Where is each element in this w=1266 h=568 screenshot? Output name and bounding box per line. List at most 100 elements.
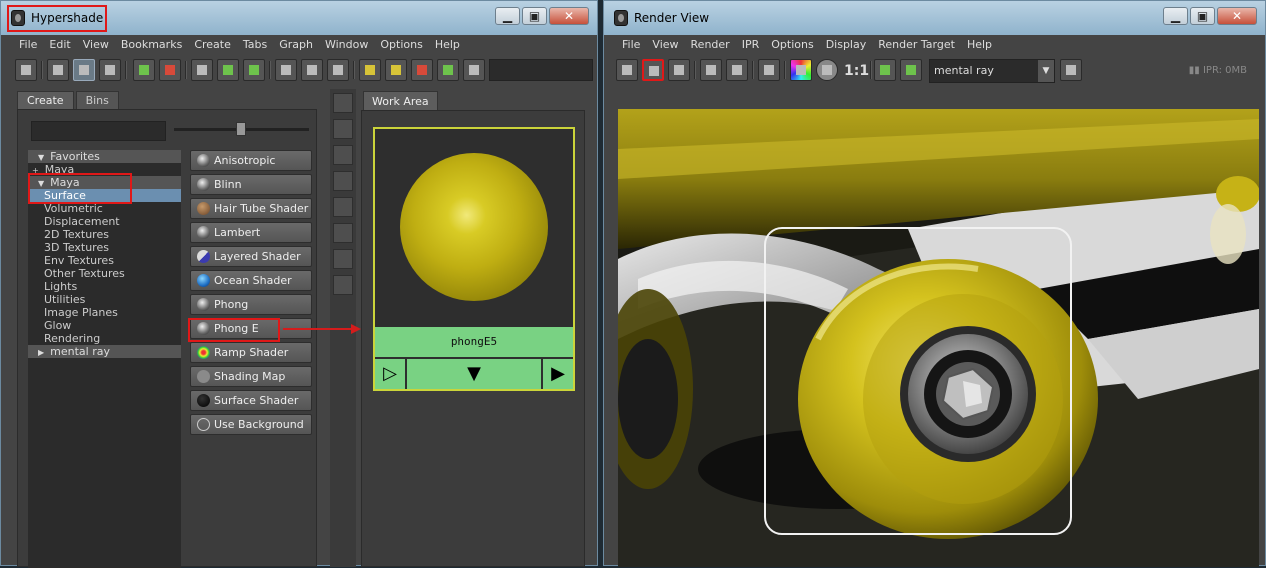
render-viewport[interactable] <box>618 109 1259 567</box>
tree-item[interactable]: Image Planes <box>28 306 181 319</box>
tab-fit-icon[interactable] <box>301 59 323 81</box>
snapshot-icon[interactable] <box>668 59 690 81</box>
menu-window[interactable]: Window <box>319 35 374 55</box>
menu-bookmarks[interactable]: Bookmarks <box>115 35 188 55</box>
tree-item[interactable]: Lights <box>28 280 181 293</box>
tree-item[interactable]: Rendering <box>28 332 181 345</box>
shader-button-surface-shader[interactable]: Surface Shader <box>190 390 312 411</box>
shader-button-phong[interactable]: Phong <box>190 294 312 315</box>
tool-icon[interactable] <box>333 171 353 191</box>
menu-graph[interactable]: Graph <box>273 35 319 55</box>
tree-item[interactable]: Glow <box>28 319 181 332</box>
render-view-titlebar[interactable]: Render View ▁ ▣ ✕ <box>604 1 1265 35</box>
hypershade-titlebar[interactable]: Hypershade ▁ ▣ ✕ <box>1 1 597 35</box>
tool-icon[interactable] <box>333 249 353 269</box>
alpha-channel-icon[interactable] <box>816 59 838 81</box>
shader-button-lambert[interactable]: Lambert <box>190 222 312 243</box>
layout-icon[interactable] <box>15 59 37 81</box>
shader-button-layered-shader[interactable]: Layered Shader <box>190 246 312 267</box>
shader-button-shading-map[interactable]: Shading Map <box>190 366 312 387</box>
menu-create[interactable]: Create <box>188 35 237 55</box>
tree-item[interactable]: 3D Textures <box>28 241 181 254</box>
menu-help[interactable]: Help <box>429 35 466 55</box>
graph-input-icon[interactable] <box>133 59 155 81</box>
menu-ipr[interactable]: IPR <box>736 35 766 55</box>
tab-create[interactable]: Create <box>17 91 74 109</box>
menu-tabs[interactable]: Tabs <box>237 35 273 55</box>
menu-file[interactable]: File <box>616 35 646 55</box>
swatch-icon[interactable] <box>359 59 381 81</box>
minimize-button[interactable]: ▁ <box>495 7 520 25</box>
menu-view[interactable]: View <box>646 35 684 55</box>
renderer-select[interactable]: mental ray ▼ <box>929 59 1055 83</box>
graph-output-icon[interactable] <box>243 59 265 81</box>
tree-item[interactable]: Utilities <box>28 293 181 306</box>
close-button[interactable]: ✕ <box>1217 7 1257 25</box>
tree-item[interactable]: ▼ Favorites <box>28 150 181 163</box>
tool-icon[interactable] <box>333 145 353 165</box>
tree-item[interactable]: 2D Textures <box>28 228 181 241</box>
tool-icon[interactable] <box>333 223 353 243</box>
render-settings-icon[interactable] <box>900 59 922 81</box>
tab-next-icon[interactable] <box>327 59 349 81</box>
swatch-small-icon[interactable] <box>385 59 407 81</box>
menu-edit[interactable]: Edit <box>43 35 76 55</box>
ipr-render-icon[interactable] <box>700 59 722 81</box>
menu-render-target[interactable]: Render Target <box>872 35 961 55</box>
tree-item[interactable]: Env Textures <box>28 254 181 267</box>
tree-item[interactable]: ▶ mental ray <box>28 345 181 358</box>
tree-item[interactable]: Other Textures <box>28 267 181 280</box>
menu-options[interactable]: Options <box>765 35 819 55</box>
frame-all-icon[interactable] <box>411 59 433 81</box>
channels-icon[interactable] <box>758 59 780 81</box>
input-port-icon[interactable]: ▷ <box>375 359 405 389</box>
tree-item[interactable]: Displacement <box>28 215 181 228</box>
menu-display[interactable]: Display <box>820 35 873 55</box>
frame-selected-icon[interactable] <box>437 59 459 81</box>
rgb-channel-icon[interactable] <box>790 59 812 81</box>
close-button[interactable]: ✕ <box>549 7 589 25</box>
shader-button-hair-tube-shader[interactable]: Hair Tube Shader <box>190 198 312 219</box>
graph-both-icon[interactable] <box>159 59 181 81</box>
slider-handle[interactable] <box>236 122 246 136</box>
shader-button-ramp-shader[interactable]: Ramp Shader <box>190 342 312 363</box>
eraser-icon[interactable] <box>191 59 213 81</box>
menu-view[interactable]: View <box>77 35 115 55</box>
tool-icon[interactable] <box>333 197 353 217</box>
display-region-icon[interactable] <box>874 59 896 81</box>
split-tabs-icon[interactable] <box>73 59 95 81</box>
shader-button-ocean-shader[interactable]: Ocean Shader <box>190 270 312 291</box>
minimize-button[interactable]: ▁ <box>1163 7 1188 25</box>
output-port-icon[interactable]: ▶ <box>543 359 573 389</box>
phong-e5-node[interactable]: phongE5 ▷ ▼ ▶ <box>373 127 575 391</box>
shader-button-anisotropic[interactable]: Anisotropic <box>190 150 312 171</box>
tool-icon[interactable] <box>333 119 353 139</box>
bottom-tabs-icon[interactable] <box>99 59 121 81</box>
expand-arrow-icon[interactable]: ▼ <box>38 153 44 162</box>
real-size-button[interactable]: 1:1 <box>844 63 869 79</box>
top-tabs-icon[interactable] <box>47 59 69 81</box>
tab-work-area[interactable]: Work Area <box>363 91 438 110</box>
search-input[interactable] <box>31 121 166 141</box>
render-globals-icon[interactable] <box>1060 59 1082 81</box>
render-frame-icon[interactable] <box>616 59 638 81</box>
filter-field[interactable] <box>489 59 593 81</box>
maximize-button[interactable]: ▣ <box>522 7 547 25</box>
pause-icon[interactable]: ▮▮ <box>1189 65 1200 76</box>
maximize-button[interactable]: ▣ <box>1190 7 1215 25</box>
collapse-arrow-icon[interactable]: ▶ <box>38 348 44 357</box>
graph-network-icon[interactable] <box>217 59 239 81</box>
tab-prev-icon[interactable] <box>275 59 297 81</box>
tab-bins[interactable]: Bins <box>75 91 119 109</box>
menu-options[interactable]: Options <box>374 35 428 55</box>
shader-button-blinn[interactable]: Blinn <box>190 174 312 195</box>
tool-icon[interactable] <box>333 275 353 295</box>
tool-icon[interactable] <box>333 93 353 113</box>
menu-help[interactable]: Help <box>961 35 998 55</box>
refresh-icon[interactable] <box>726 59 748 81</box>
menu-render[interactable]: Render <box>685 35 736 55</box>
expand-node-icon[interactable]: ▼ <box>407 359 541 389</box>
menu-file[interactable]: File <box>13 35 43 55</box>
render-region-icon[interactable] <box>642 59 664 81</box>
clear-graph-icon[interactable] <box>463 59 485 81</box>
